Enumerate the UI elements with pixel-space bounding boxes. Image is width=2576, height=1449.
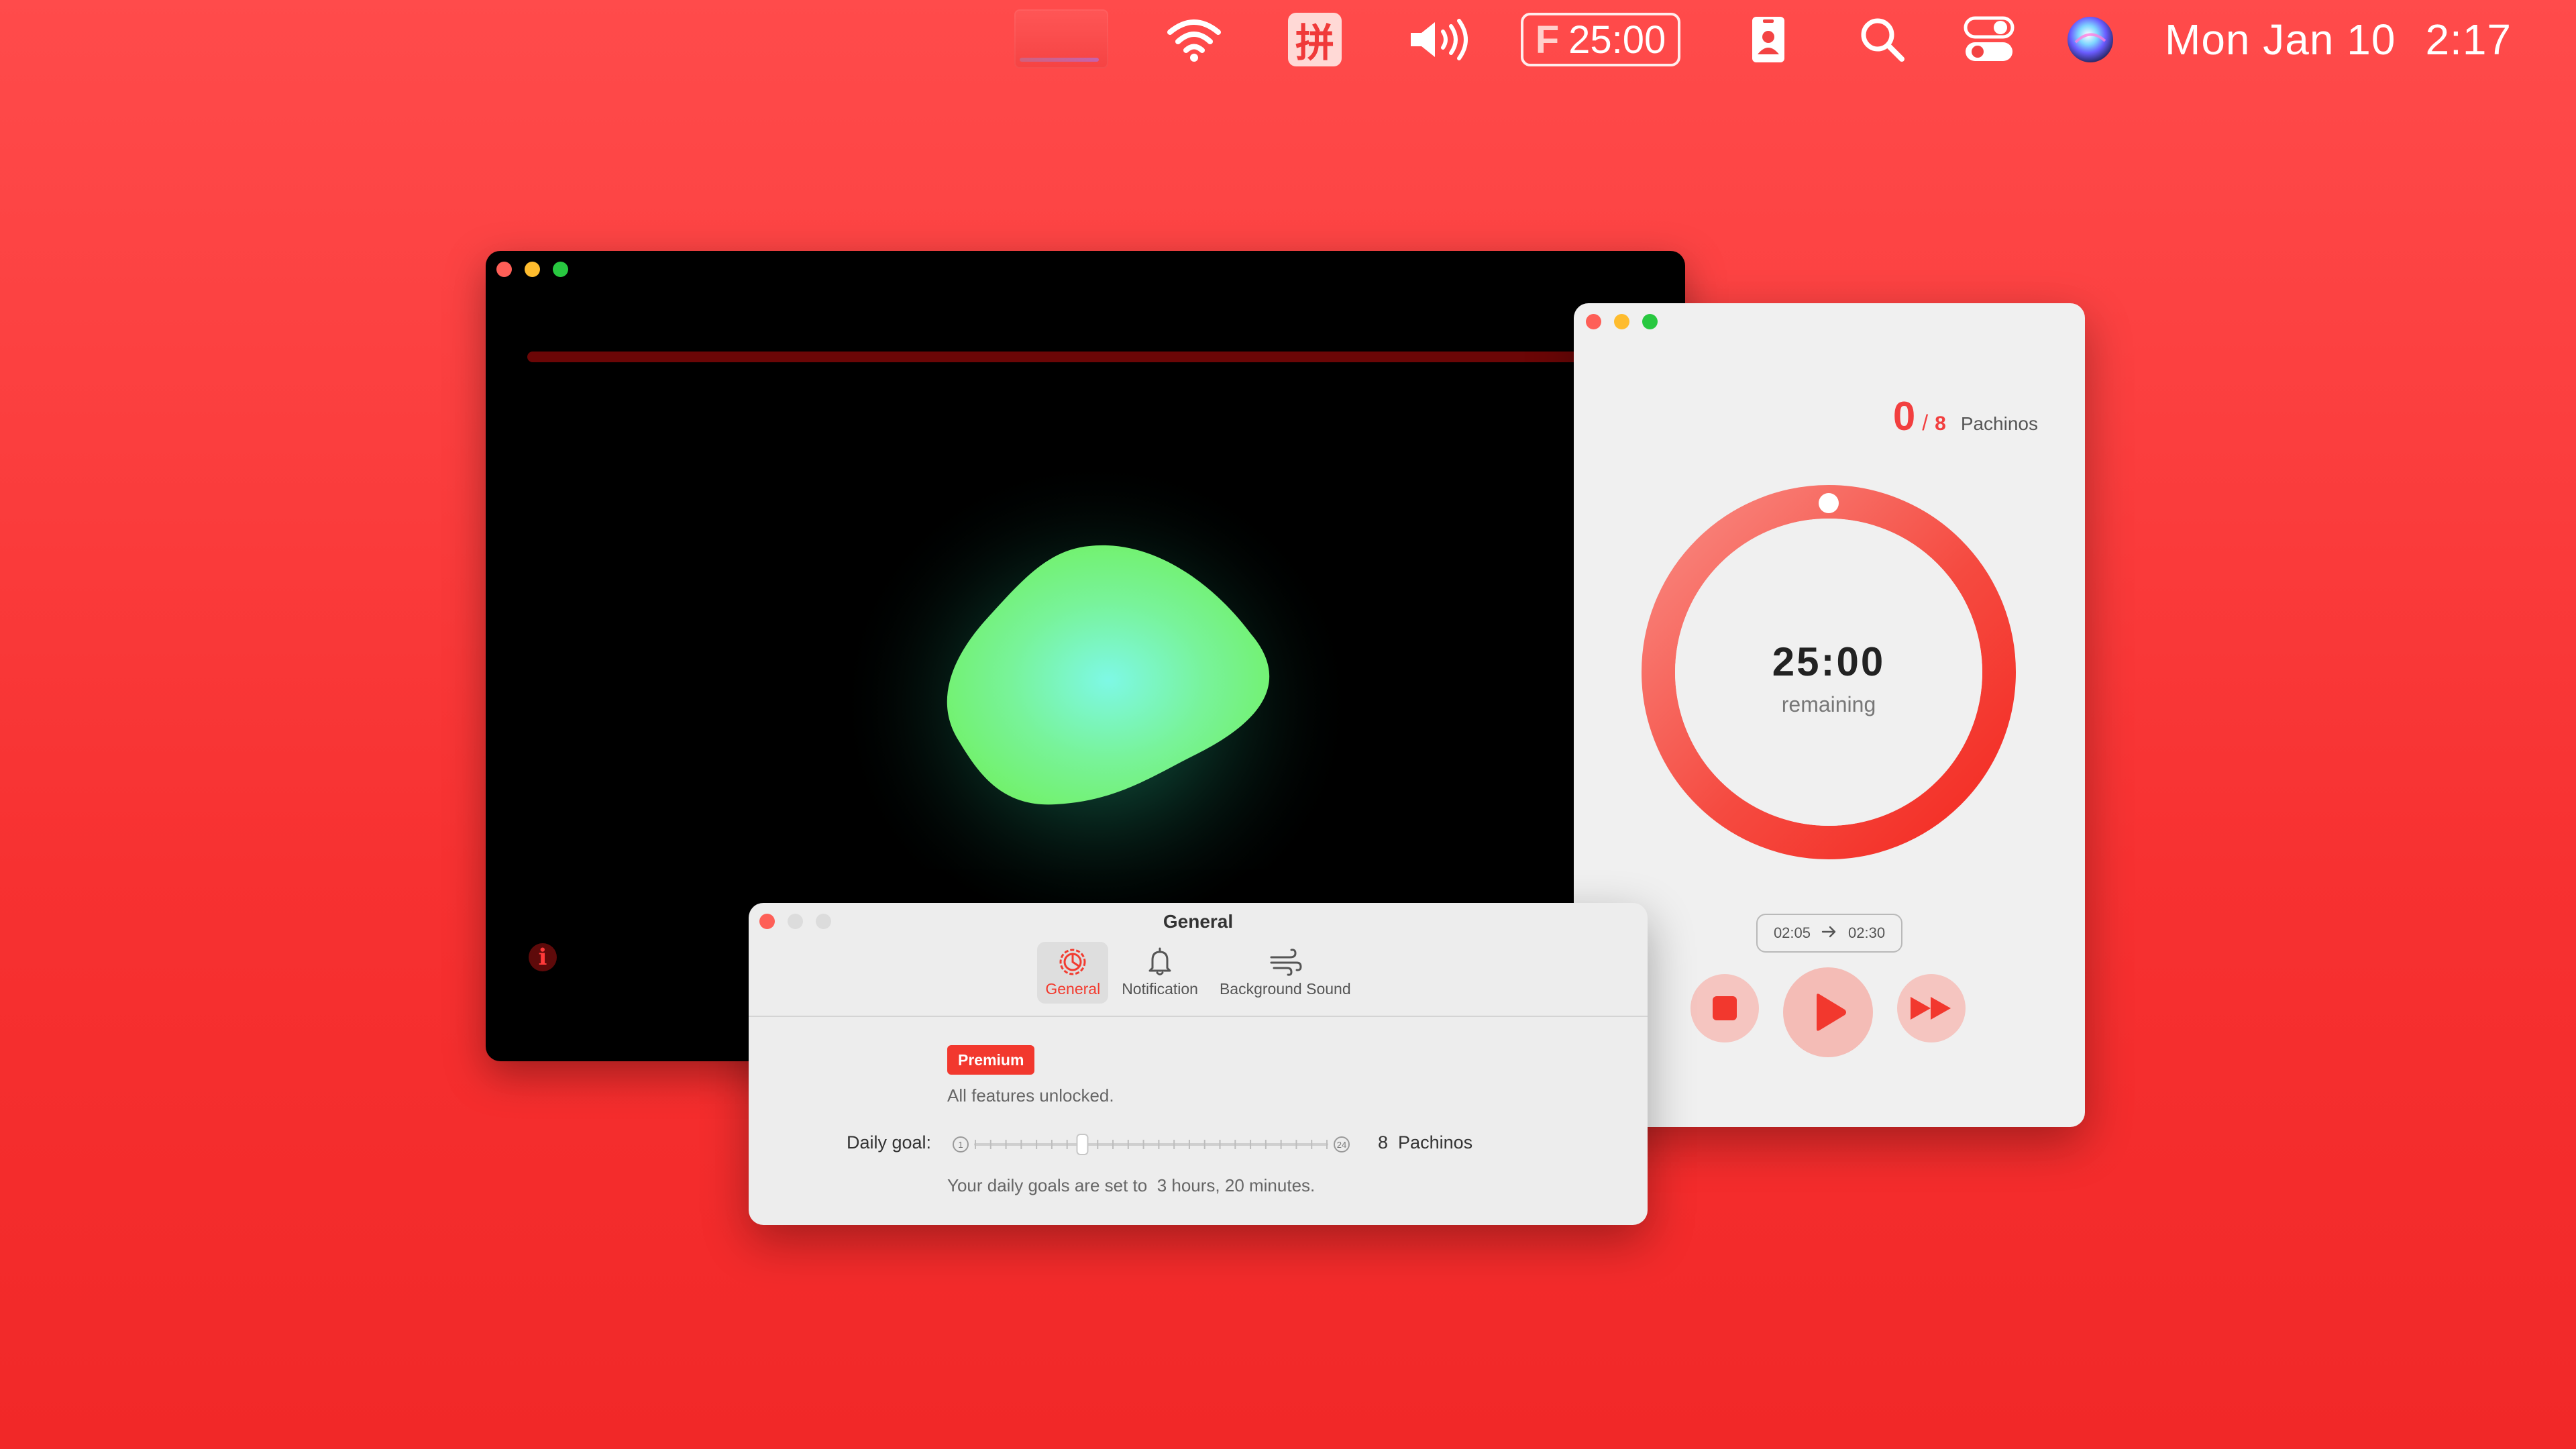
zoom-button[interactable] [553, 262, 568, 277]
timer-value: 25:00 [1568, 17, 1666, 62]
settings-tabs: General Notification Background Sound [749, 942, 1648, 1004]
toolbar-divider [749, 1016, 1648, 1017]
close-button[interactable] [1586, 314, 1601, 329]
wind-icon [1270, 949, 1302, 976]
zoom-button[interactable] [1642, 314, 1658, 329]
window-controls [1586, 314, 1658, 329]
timer-prefix: F [1535, 17, 1560, 62]
remaining-time: 25:00 [1772, 639, 1886, 684]
tab-general[interactable]: General [1037, 942, 1109, 1004]
slider-max-label: 24 [1337, 1140, 1346, 1150]
stop-button[interactable] [1690, 974, 1759, 1042]
daily-goal-slider[interactable]: 1 24 [950, 1132, 1440, 1157]
timer-handle [1819, 493, 1839, 513]
menu-date: Mon Jan 10 [2165, 15, 2396, 64]
pinyin-ime-icon[interactable]: 拼 [1288, 0, 1342, 79]
slider-thumb [1076, 1134, 1089, 1155]
menu-clock[interactable]: Mon Jan 10 2:17 [2165, 0, 2512, 79]
settings-window: General General Notification Background … [749, 903, 1648, 1225]
skip-button[interactable] [1897, 974, 1966, 1042]
window-controls [496, 262, 568, 277]
search-icon[interactable] [1856, 0, 1909, 79]
fast-forward-icon [1911, 997, 1951, 1020]
session-time-range[interactable]: 02:05 02:30 [1756, 914, 1902, 953]
focus-timer[interactable]: F 25:00 [1520, 0, 1681, 79]
screen-thumbnail[interactable] [1014, 9, 1108, 68]
info-icon[interactable]: i [529, 943, 557, 971]
goal-unit: Pachinos [1398, 1132, 1473, 1152]
ambient-blob [835, 439, 1358, 942]
count-unit: Pachinos [1960, 413, 2038, 434]
minimize-button[interactable] [1614, 314, 1629, 329]
daily-goal-value: 8 Pachinos [1378, 1132, 1472, 1153]
goal-note-value: 3 hours, 20 minutes. [1157, 1175, 1316, 1195]
contact-card-icon[interactable] [1747, 0, 1790, 79]
range-end: 02:30 [1848, 924, 1886, 941]
premium-badge: Premium [947, 1045, 1035, 1075]
count-separator: / [1922, 411, 1929, 435]
siri-icon[interactable] [2065, 0, 2116, 79]
tab-notification-label: Notification [1122, 980, 1198, 998]
completed-count: 0 [1892, 394, 1916, 439]
tab-background-sound[interactable]: Background Sound [1212, 942, 1359, 1004]
arrow-right-icon [1821, 924, 1837, 942]
range-start: 02:05 [1773, 924, 1811, 941]
window-title: General [1163, 911, 1234, 932]
volume-icon[interactable] [1402, 0, 1476, 79]
tab-general-label: General [1045, 980, 1101, 998]
slider-min-label: 1 [958, 1140, 963, 1150]
wifi-icon[interactable] [1161, 0, 1228, 79]
gear-icon [1059, 949, 1086, 975]
play-icon [1817, 994, 1846, 1031]
tab-background-sound-label: Background Sound [1219, 980, 1351, 998]
control-center-icon[interactable] [1959, 0, 2019, 79]
bell-icon [1148, 947, 1171, 975]
unlocked-text: All features unlocked. [947, 1085, 1114, 1106]
menu-bar: 拼 F 25:00 Mon Jan 10 2:17 [0, 0, 2576, 79]
timer-window: 0 / 8 Pachinos 25:00 remaining 02:05 02:… [1574, 303, 2085, 1127]
play-button[interactable] [1783, 967, 1873, 1057]
session-count: 0 / 8 Pachinos [1893, 393, 2038, 439]
menu-time: 2:17 [2425, 15, 2512, 64]
ime-character: 拼 [1288, 13, 1342, 66]
goal-number: 8 [1378, 1132, 1389, 1152]
stop-icon [1713, 996, 1737, 1020]
remaining-label: remaining [1781, 692, 1876, 716]
daily-goal-note: Your daily goals are set to 3 hours, 20 … [947, 1175, 1315, 1196]
session-progress-bar [527, 352, 1668, 362]
goal-note-prefix: Your daily goals are set to [947, 1175, 1148, 1195]
close-button[interactable] [496, 262, 512, 277]
minimize-button[interactable] [525, 262, 540, 277]
tab-notification[interactable]: Notification [1114, 942, 1206, 1004]
goal-count: 8 [1935, 413, 1946, 435]
daily-goal-label: Daily goal: [847, 1132, 932, 1152]
